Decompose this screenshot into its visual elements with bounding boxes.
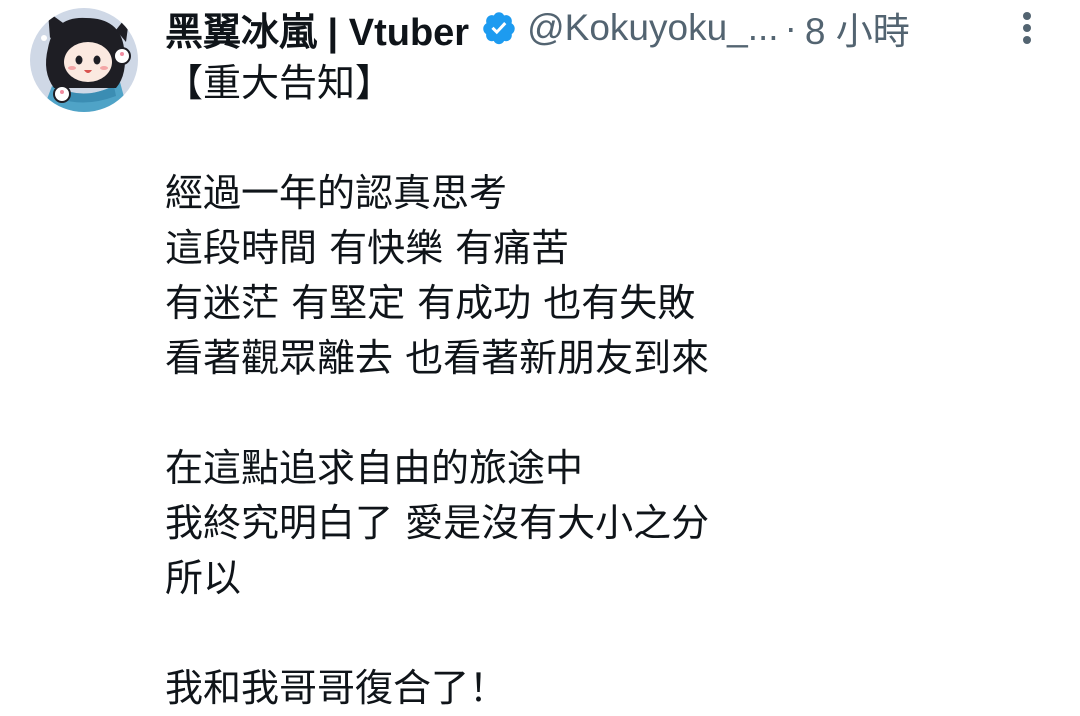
avatar-icon bbox=[30, 8, 138, 112]
tweet-line: 我終究明白了 愛是沒有大小之分 bbox=[165, 501, 710, 545]
separator-dot: · bbox=[784, 7, 797, 48]
tweet-line: 看著觀眾離去 也看著新朋友到來 bbox=[165, 336, 710, 380]
tweet-line: 在這點追求自由的旅途中 bbox=[165, 446, 584, 490]
tweet: 黑翼冰嵐 | Vtuber @Kokuyoku_... · 8 小時 【重大告知… bbox=[0, 0, 1080, 710]
tweet-line bbox=[165, 111, 1045, 166]
tweet-line: 所以 bbox=[165, 556, 242, 600]
tweet-line bbox=[165, 386, 1045, 441]
tweet-line: 有迷茫 有堅定 有成功 也有失敗 bbox=[165, 281, 696, 325]
avatar[interactable] bbox=[30, 8, 138, 112]
more-dot bbox=[1023, 24, 1031, 32]
tweet-line: 經過一年的認真思考 bbox=[165, 171, 508, 215]
tweet-header: 黑翼冰嵐 | Vtuber @Kokuyoku_... · 8 小時 bbox=[165, 1, 1045, 55]
verified-badge-icon bbox=[481, 10, 517, 46]
author-handle[interactable]: @Kokuyoku_... bbox=[527, 7, 778, 49]
tweet-text: 【重大告知】 經過一年的認真思考 這段時間 有快樂 有痛苦 有迷茫 有堅定 有成… bbox=[165, 56, 1045, 716]
more-dot bbox=[1023, 36, 1031, 44]
tweet-line: 【重大告知】 bbox=[165, 61, 394, 105]
more-options-icon[interactable] bbox=[1010, 10, 1044, 46]
tweet-line: 這段時間 有快樂 有痛苦 bbox=[165, 226, 570, 270]
tweet-line bbox=[165, 606, 1045, 661]
display-name[interactable]: 黑翼冰嵐 | Vtuber bbox=[165, 1, 469, 56]
more-dot bbox=[1023, 12, 1031, 20]
tweet-timestamp[interactable]: 8 小時 bbox=[805, 1, 910, 55]
